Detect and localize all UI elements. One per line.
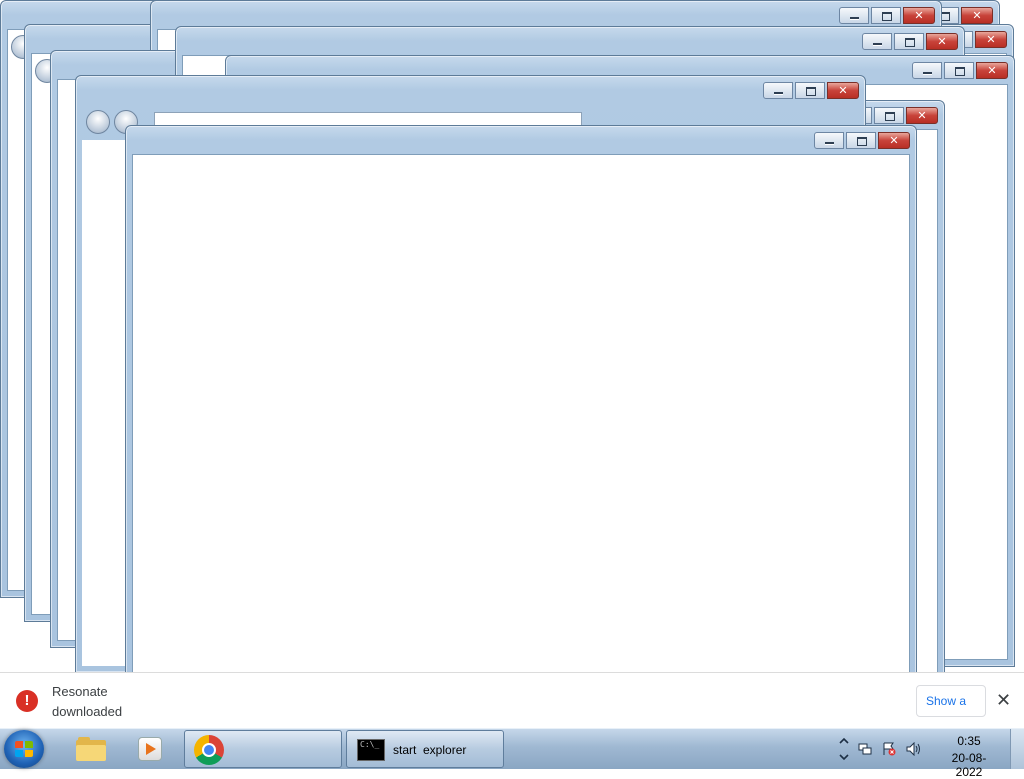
back-button[interactable] — [86, 110, 110, 134]
download-notification: ! Resonate downloaded Show a ✕ — [0, 672, 1024, 729]
media-player-icon — [138, 737, 162, 761]
close-button[interactable] — [906, 107, 938, 124]
taskbar-media-player[interactable] — [122, 731, 176, 767]
explorer-window[interactable] — [125, 125, 917, 723]
minimize-button[interactable] — [814, 132, 844, 149]
maximize-button[interactable] — [871, 7, 901, 24]
error-icon: ! — [16, 690, 38, 712]
minimize-button[interactable] — [839, 7, 869, 24]
maximize-button[interactable] — [944, 62, 974, 79]
minimize-button[interactable] — [862, 33, 892, 50]
minimize-button[interactable] — [763, 82, 793, 99]
close-icon[interactable]: ✕ — [996, 690, 1011, 711]
close-button[interactable] — [903, 7, 935, 24]
notification-text: Resonate — [52, 684, 108, 699]
window-caption-buttons — [862, 33, 958, 50]
taskbar-windows-explorer[interactable] — [62, 731, 116, 767]
show-desktop-button[interactable] — [1010, 729, 1024, 769]
maximize-button[interactable] — [874, 107, 904, 124]
close-button[interactable] — [878, 132, 910, 149]
window-caption-buttons — [814, 132, 910, 149]
close-button[interactable] — [827, 82, 859, 99]
windows-logo-icon — [15, 741, 33, 757]
volume-icon[interactable] — [906, 741, 920, 757]
clock-date[interactable]: 20-08-2022 — [940, 751, 998, 779]
taskbar: C:\_ start explorer 0:35 20-08-2022 — [0, 728, 1024, 779]
start-button[interactable] — [4, 730, 44, 768]
window-content — [132, 154, 910, 716]
window-caption-buttons — [839, 7, 935, 24]
close-button[interactable] — [976, 62, 1008, 79]
taskbar-command-prompt[interactable]: C:\_ start explorer — [346, 730, 504, 768]
task-label: start explorer — [393, 743, 467, 757]
show-hidden-icons[interactable] — [838, 736, 850, 762]
clock-time[interactable]: 0:35 — [940, 734, 998, 748]
window-caption-buttons — [763, 82, 859, 99]
cmd-icon: C:\_ — [357, 739, 385, 761]
folder-icon — [76, 737, 106, 761]
minimize-button[interactable] — [912, 62, 942, 79]
notification-subtext: downloaded — [52, 704, 123, 719]
network-icon[interactable] — [858, 742, 872, 756]
taskbar-google-chrome[interactable] — [184, 730, 342, 768]
window-caption-buttons — [912, 62, 1008, 79]
chrome-icon — [194, 735, 224, 765]
close-button[interactable] — [961, 7, 993, 24]
close-button[interactable] — [926, 33, 958, 50]
close-button[interactable] — [975, 31, 1007, 48]
maximize-button[interactable] — [795, 82, 825, 99]
action-center-flag-icon[interactable] — [882, 742, 896, 756]
show-all-button[interactable]: Show a — [916, 685, 986, 717]
maximize-button[interactable] — [894, 33, 924, 50]
maximize-button[interactable] — [846, 132, 876, 149]
